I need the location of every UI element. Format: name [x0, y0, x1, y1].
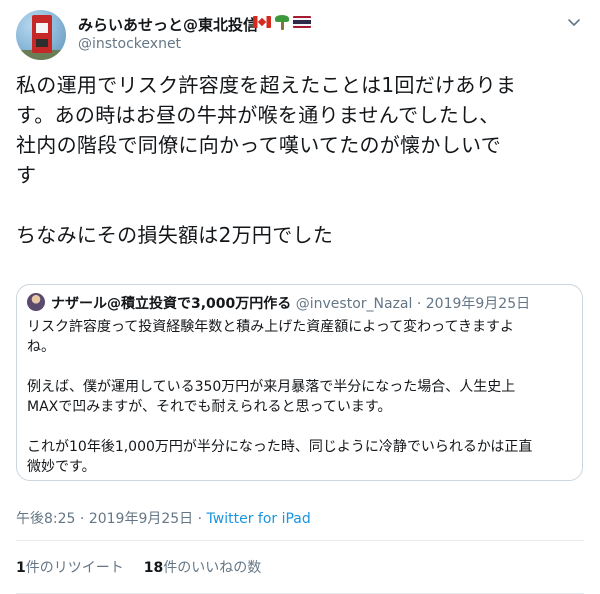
quoted-tweet-header: ナザール@積立投資で3,000万円作る @investor_Nazal · 20…	[51, 293, 530, 313]
tweet-card: みらいあせっと@東北投信 @instockexnet 私の運用でリスク許容度を超…	[0, 0, 600, 594]
timestamp-separator: ·	[79, 511, 85, 527]
quoted-separator: ·	[416, 296, 422, 312]
retweet-count[interactable]: 1件のリツイート	[16, 557, 124, 577]
avatar-red-post-box	[32, 15, 52, 53]
quoted-author-avatar	[27, 293, 45, 311]
like-count[interactable]: 18件のいいねの数	[144, 557, 261, 577]
tweet-timestamp: 午後8:25 · 2019年9月25日 · Twitter for iPad	[16, 508, 311, 528]
tweet-text: 私の運用でリスク許容度を超えたことは1回だけありま す。あの時はお昼の牛丼が喉を…	[16, 73, 517, 247]
divider	[16, 540, 584, 541]
quoted-tweet-text: リスク許容度って投資経験年数と積み上げた資産額によって変わってきますよ ね。 例…	[27, 319, 533, 475]
author-name-emoji	[253, 14, 311, 30]
thailand-flag-icon	[293, 16, 311, 28]
retweet-count-label: 件のリツイート	[25, 560, 124, 576]
timestamp-separator-2: ·	[197, 511, 203, 527]
tweet-date[interactable]: 2019年9月25日	[89, 511, 193, 527]
tweet-time[interactable]: 午後8:25	[16, 511, 75, 527]
author-handle[interactable]: @instockexnet	[78, 36, 181, 52]
chevron-down-icon[interactable]	[566, 14, 582, 30]
palm-tree-icon	[274, 14, 290, 30]
author-display-name[interactable]: みらいあせっと@東北投信	[78, 14, 258, 35]
quoted-date: 2019年9月25日	[425, 296, 531, 312]
quoted-author-name: ナザール@積立投資で3,000万円作る	[51, 296, 292, 312]
retweet-count-number: 1	[16, 560, 26, 576]
like-count-label: 件のいいねの数	[163, 560, 262, 576]
tweet-source-link[interactable]: Twitter for iPad	[207, 511, 311, 527]
canada-flag-icon	[253, 16, 271, 28]
quoted-tweet[interactable]: ナザール@積立投資で3,000万円作る @investor_Nazal · 20…	[16, 284, 583, 481]
quoted-author-handle: @investor_Nazal	[295, 296, 413, 312]
tweet-stats: 1件のリツイート 18件のいいねの数	[16, 557, 261, 577]
author-avatar[interactable]	[16, 10, 66, 60]
like-count-number: 18	[143, 560, 164, 576]
